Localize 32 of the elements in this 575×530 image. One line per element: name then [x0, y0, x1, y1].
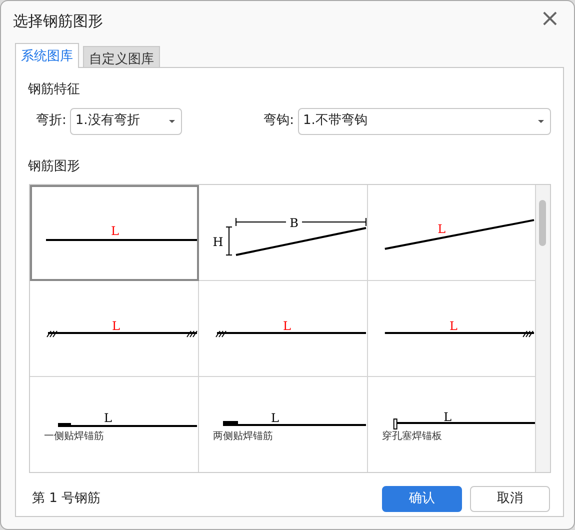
dimension-label: L: [112, 319, 120, 333]
caption: 穿孔塞焊锚板: [382, 430, 442, 442]
dimension-label: H: [212, 235, 224, 249]
window-title: 选择钢筋图形: [13, 11, 103, 32]
shape-option[interactable]: L: [30, 281, 199, 377]
cancel-button[interactable]: 取消: [470, 486, 550, 512]
dimension-label: L: [283, 319, 291, 333]
dropdown[interactable]: 1.不带弯钩: [298, 108, 551, 134]
caret-icon: [538, 120, 544, 122]
dimension-label: L: [111, 224, 119, 238]
field-label: 弯钩:: [264, 112, 294, 130]
status-text: 第 1 号钢筋: [32, 490, 101, 508]
dimension-label: L: [271, 411, 279, 425]
dimension-label: B: [290, 216, 298, 230]
dimension-label: L: [104, 411, 112, 425]
shape-option[interactable]: L: [368, 281, 536, 377]
dimension-label: L: [450, 319, 458, 333]
caption: 两侧贴焊锚筋: [213, 431, 273, 442]
dimension-label: L: [444, 410, 452, 424]
field-label: 弯折:: [36, 112, 66, 130]
scrollbar[interactable]: [536, 185, 550, 472]
confirm-button[interactable]: 确认: [382, 486, 462, 512]
shape-option[interactable]: H B: [199, 185, 368, 281]
close-button[interactable]: ×: [536, 4, 564, 32]
tab[interactable]: 自定义图库: [83, 46, 160, 67]
section-heading: 钢筋图形: [28, 158, 81, 176]
caret-icon: [169, 120, 176, 122]
section-heading: 钢筋特征: [28, 81, 81, 99]
shape-option[interactable]: L: [199, 281, 368, 377]
caption: 一侧贴焊锚筋: [44, 431, 104, 442]
tab[interactable]: 系统图库: [15, 43, 79, 68]
dropdown[interactable]: 1.没有弯折: [70, 108, 182, 134]
